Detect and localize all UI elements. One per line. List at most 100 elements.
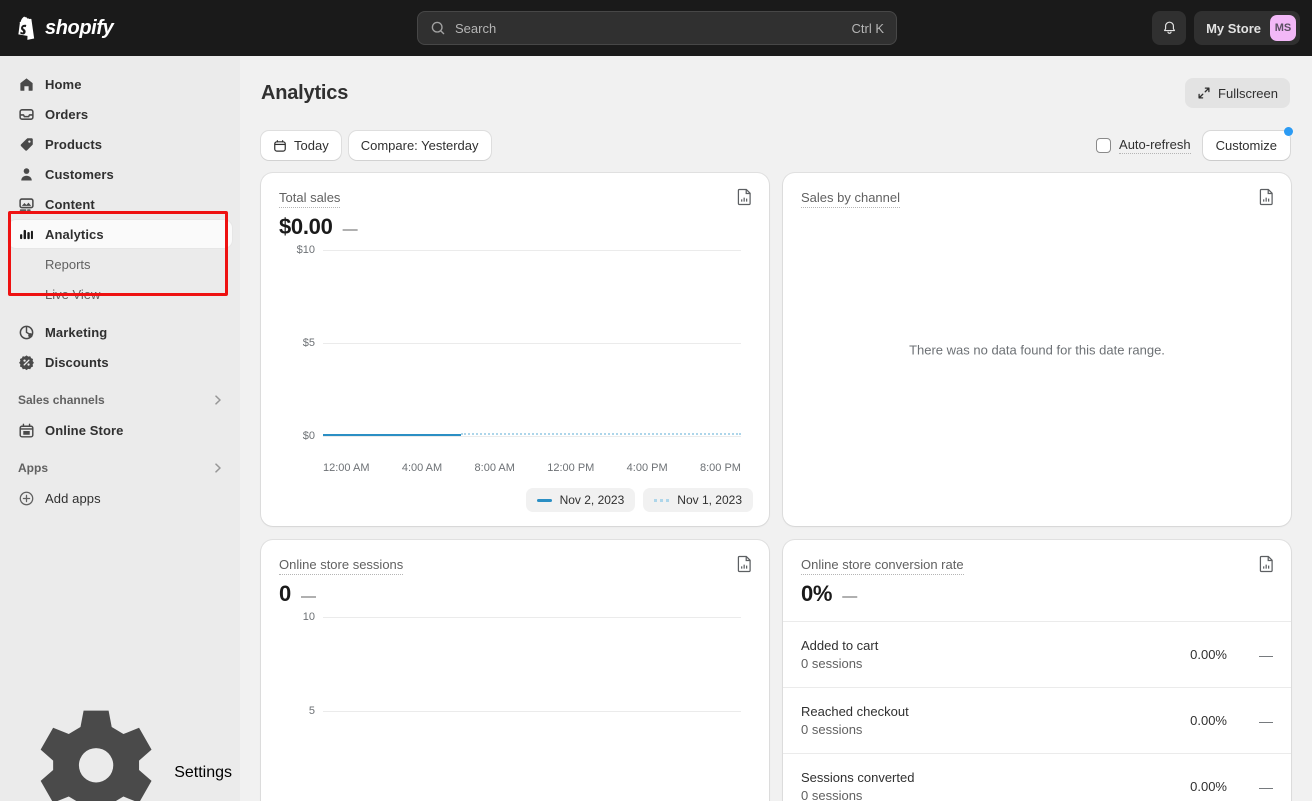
gridline [323, 711, 741, 712]
table-row[interactable]: Added to cart 0 sessions 0.00% — [783, 621, 1291, 687]
megaphone-icon [19, 325, 34, 339]
search-shortcut: Ctrl K [851, 20, 885, 36]
shopify-logo[interactable]: shopify [16, 16, 114, 40]
row-texts: Added to cart 0 sessions [801, 638, 1153, 671]
x-tick: 4:00 AM [401, 462, 443, 474]
series-nov-1 [460, 433, 741, 435]
legend-item-nov-2[interactable]: Nov 2, 2023 [525, 488, 636, 512]
sidebar-item-label: Products [45, 136, 103, 152]
x-tick: 4:00 PM [626, 462, 668, 474]
toolbar-right: Auto-refresh Customize [1096, 127, 1293, 160]
metric-value: $0.00 [279, 214, 333, 239]
store-menu-button[interactable]: My Store MS [1194, 11, 1300, 45]
sidebar-section-apps[interactable]: Apps [8, 454, 232, 482]
row-delta: — [1259, 712, 1273, 729]
sidebar-item-add-apps[interactable]: Add apps [8, 484, 232, 512]
customize-button[interactable]: Customize [1202, 127, 1293, 160]
avatar: MS [1270, 15, 1296, 41]
content-icon [19, 197, 34, 211]
row-sub: 0 sessions [801, 788, 863, 801]
sidebar-item-label: Marketing [45, 324, 108, 340]
bar-chart-icon [20, 229, 33, 239]
online-store-sessions-chart: 10 5 [279, 611, 751, 801]
legend-item-nov-1[interactable]: Nov 1, 2023 [643, 488, 753, 512]
card-header: Online store sessions 0 — 10 5 [261, 540, 769, 801]
sidebar-item-products[interactable]: Products [8, 130, 232, 158]
sidebar-item-marketing[interactable]: Marketing [8, 318, 232, 346]
search-icon [431, 21, 445, 35]
report-icon[interactable] [1257, 187, 1276, 206]
fullscreen-button[interactable]: Fullscreen [1185, 78, 1290, 108]
metric-delta: — [842, 588, 858, 605]
sidebar-section-sales-channels[interactable]: Sales channels [8, 386, 232, 414]
person-icon [21, 167, 32, 180]
sidebar-subitem-live-view[interactable]: Live View [8, 280, 232, 308]
y-tick: 10 [302, 611, 315, 623]
search-input[interactable]: Search Ctrl K [417, 11, 897, 45]
compare-button[interactable]: Compare: Yesterday [348, 131, 491, 160]
metric-delta: — [342, 221, 358, 238]
notifications-button[interactable] [1152, 11, 1187, 45]
sidebar-item-analytics[interactable]: Analytics [8, 220, 232, 248]
table-row[interactable]: Sessions converted 0 sessions 0.00% — [783, 753, 1291, 801]
x-tick: 8:00 AM [474, 462, 515, 474]
report-icon[interactable] [735, 187, 754, 206]
customize-badge-dot [1284, 127, 1293, 136]
analytics-card-grid: Total sales $0.00 — $10 $5 $0 12:00 AM 4… [261, 173, 1291, 801]
store-name: My Store [1206, 20, 1261, 36]
metric-row: $0.00 — [279, 214, 751, 240]
sidebar-item-settings[interactable]: Settings [8, 710, 232, 801]
sidebar-nav: Home Orders Products Customers Content A… [0, 56, 240, 512]
section-label: Apps [18, 461, 48, 475]
card-title[interactable]: Online store conversion rate [801, 557, 964, 575]
plot-area: 10 5 [303, 611, 741, 801]
gridline [323, 343, 741, 344]
tag-icon [20, 137, 33, 151]
sidebar-item-online-store[interactable]: Online Store [8, 416, 232, 444]
card-title[interactable]: Total sales [279, 190, 341, 208]
card-title[interactable]: Online store sessions [279, 557, 404, 575]
x-axis: 12:00 AM 4:00 AM 8:00 AM 12:00 PM 4:00 P… [323, 462, 741, 474]
row-sub: 0 sessions [801, 656, 863, 671]
card-header: Total sales $0.00 — $10 $5 $0 12:00 AM 4… [261, 173, 769, 474]
sidebar-item-content[interactable]: Content [8, 190, 232, 218]
date-range-button[interactable]: Today [261, 131, 341, 160]
sidebar-item-home[interactable]: Home [8, 70, 232, 98]
table-row[interactable]: Reached checkout 0 sessions 0.00% — [783, 687, 1291, 753]
sidebar-item-label: Customers [45, 166, 114, 182]
gridline [323, 250, 741, 251]
metric-value: 0% [801, 581, 833, 606]
sidebar-item-label: Home [45, 76, 82, 92]
sidebar-item-discounts[interactable]: Discounts [8, 348, 232, 376]
total-sales-chart: $10 $5 $0 12:00 AM 4:00 AM 8:00 AM 12:00… [279, 244, 751, 474]
gear-icon [40, 710, 152, 801]
sidebar-subitem-reports[interactable]: Reports [8, 250, 232, 278]
report-icon[interactable] [735, 554, 754, 573]
customize-label: Customize [1215, 138, 1277, 153]
card-sales-by-channel: Sales by channel There was no data found… [783, 173, 1291, 526]
card-online-store-sessions: Online store sessions 0 — 10 5 [261, 540, 769, 801]
chevron-right-icon [215, 463, 221, 473]
sidebar-item-customers[interactable]: Customers [8, 160, 232, 188]
auto-refresh-toggle[interactable]: Auto-refresh [1096, 137, 1191, 154]
sidebar-item-orders[interactable]: Orders [8, 100, 232, 128]
discount-icon [19, 354, 34, 370]
series-nov-2 [323, 434, 461, 436]
chart-legend: Nov 2, 2023 Nov 1, 2023 [525, 488, 753, 512]
report-icon[interactable] [1257, 554, 1276, 573]
auto-refresh-checkbox[interactable] [1096, 138, 1112, 153]
y-tick: $0 [302, 430, 315, 442]
sidebar-subitem-label: Reports [45, 256, 91, 272]
app-root: shopify Search Ctrl K My Store MS Home O… [0, 0, 1312, 801]
shopify-bag-icon [18, 16, 35, 40]
date-range-label: Today [294, 138, 329, 153]
sidebar-item-label: Add apps [45, 490, 101, 506]
card-title[interactable]: Sales by channel [801, 190, 901, 208]
metric-value: 0 [279, 581, 291, 606]
y-tick: 5 [308, 705, 315, 717]
calendar-icon [274, 139, 286, 152]
sidebar-item-label: Discounts [45, 354, 109, 370]
plus-circle-icon [19, 491, 34, 505]
sidebar-item-label: Orders [45, 106, 89, 122]
